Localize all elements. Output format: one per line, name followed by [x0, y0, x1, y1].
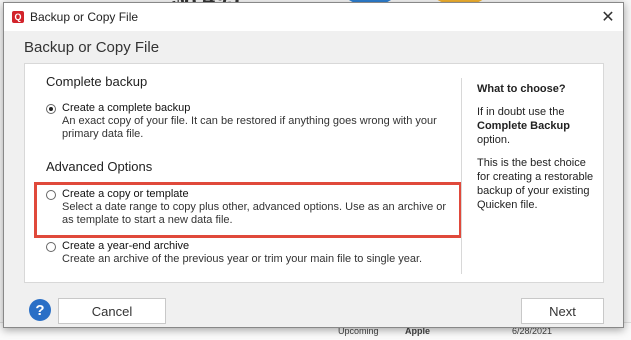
complete-backup-section-title: Complete backup: [46, 74, 148, 89]
option-description: Select a date range to copy plus other, …: [62, 201, 447, 226]
radio-year-end-archive[interactable]: [46, 242, 56, 252]
option-label: Create a year-end archive: [62, 240, 190, 252]
next-button[interactable]: Next: [521, 298, 604, 324]
backup-dialog: Q Backup or Copy File ✕ Backup or Copy F…: [3, 2, 624, 328]
what-to-choose-panel: What to choose? If in doubt use the Comp…: [477, 82, 597, 221]
side-p1-prefix: If in doubt use the: [477, 106, 565, 118]
option-description: Create an archive of the previous year o…: [62, 253, 423, 265]
radio-copy-or-template[interactable]: [46, 190, 56, 200]
side-paragraph-1: If in doubt use the Complete Backup opti…: [477, 105, 597, 147]
radio-complete-backup[interactable]: [46, 104, 56, 114]
dialog-heading: Backup or Copy File: [24, 39, 160, 56]
option-label: Create a complete backup: [62, 102, 191, 114]
side-p1-bold: Complete Backup: [477, 120, 570, 132]
option-copy-or-template[interactable]: Create a copy or template Select a date …: [46, 188, 456, 230]
side-title: What to choose?: [477, 83, 566, 95]
close-icon[interactable]: ✕: [593, 3, 623, 31]
advanced-options-section-title: Advanced Options: [46, 159, 153, 174]
options-panel: Complete backup Create a complete backup…: [24, 63, 604, 283]
option-year-end-archive[interactable]: Create a year-end archive Create an arch…: [46, 240, 456, 270]
help-icon[interactable]: ?: [29, 299, 51, 321]
window-title: Backup or Copy File: [30, 10, 139, 24]
option-complete-backup[interactable]: Create a complete backup An exact copy o…: [46, 102, 456, 142]
option-description: An exact copy of your file. It can be re…: [62, 115, 437, 140]
side-paragraph-2: This is the best choice for creating a r…: [477, 157, 594, 211]
title-bar: Q Backup or Copy File ✕: [4, 3, 623, 31]
option-label: Create a copy or template: [62, 188, 189, 200]
cancel-button[interactable]: Cancel: [58, 298, 166, 324]
panel-divider: [461, 78, 462, 274]
side-p1-suffix: option.: [477, 134, 511, 146]
quicken-app-icon: Q: [12, 11, 24, 23]
